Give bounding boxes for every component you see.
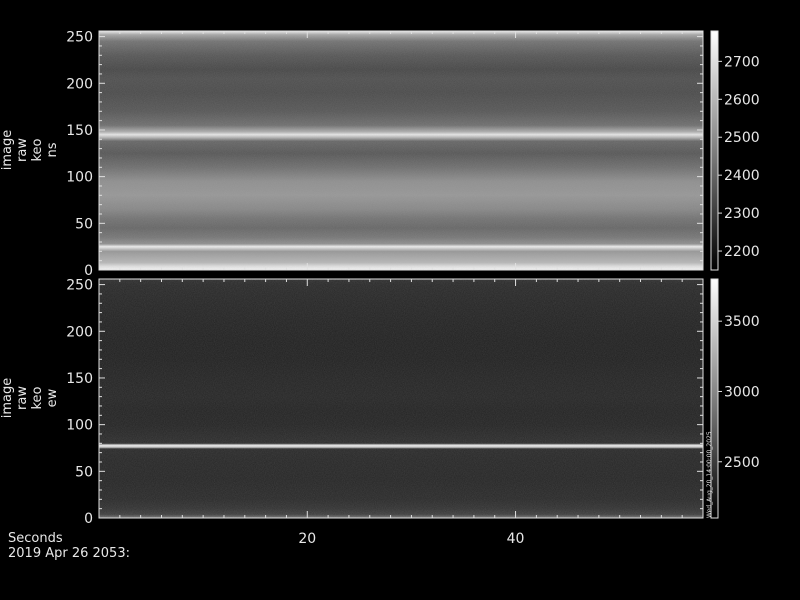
y-tick-label: 150 <box>66 123 93 139</box>
colorbar-tick-label: 3500 <box>724 314 760 330</box>
y-tick-label: 50 <box>75 464 93 480</box>
colorbar-tick-label: 2600 <box>724 92 760 108</box>
y-tick-label: 250 <box>66 278 93 294</box>
keogram-panel-2: 0 50 100 150 200 250 20 40 image raw keo ew 2500 3000… <box>0 278 760 547</box>
x-axis-label: Seconds <box>8 531 63 546</box>
colorbar-tick-label: 2500 <box>724 455 760 471</box>
keogram-figure: 050100150200250image raw keo ns220023002400… <box>0 30 760 547</box>
keogram-panel-1: 0 50 100 150 200 250 image raw keo ns 2200 2300 2400… <box>0 30 760 279</box>
y-axis-label-line: image <box>0 130 15 171</box>
colorbar-tick-label: 3000 <box>724 384 760 400</box>
timestamp-label: 2019 Apr 26 2053: <box>8 546 130 561</box>
y-tick-label: 0 <box>84 263 93 279</box>
colorbar <box>711 31 718 270</box>
y-tick-label: 250 <box>66 30 93 46</box>
y-axis-label-line: keo <box>30 138 45 161</box>
side-stamp: Wed_Aug_20_14:00:00_2025 <box>706 431 713 518</box>
x-tick-label: 40 <box>507 531 525 547</box>
colorbar-tick-label: 2500 <box>724 130 760 146</box>
colorbar-tick-label: 2300 <box>724 206 760 222</box>
y-axis-label-line: raw <box>15 138 30 162</box>
y-tick-label: 100 <box>66 170 93 186</box>
colorbar-tick-label: 2700 <box>724 54 760 70</box>
y-axis-label-line: image <box>0 378 15 419</box>
y-axis-label-line: ew <box>45 388 60 407</box>
y-axis-label-line: keo <box>30 386 45 409</box>
heatmap-noise <box>99 31 703 270</box>
colorbar-tick-label: 2400 <box>724 168 760 184</box>
colorbar-tick-label: 2200 <box>724 244 760 260</box>
y-tick-label: 0 <box>84 511 93 527</box>
y-tick-label: 150 <box>66 371 93 387</box>
y-axis-label-line: raw <box>15 386 30 410</box>
heatmap-noise <box>99 279 703 518</box>
y-axis-label-line: ns <box>45 142 60 157</box>
y-tick-label: 200 <box>66 324 93 340</box>
y-tick-label: 50 <box>75 216 93 232</box>
y-tick-label: 200 <box>66 76 93 92</box>
y-tick-label: 100 <box>66 418 93 434</box>
x-tick-label: 20 <box>298 531 316 547</box>
